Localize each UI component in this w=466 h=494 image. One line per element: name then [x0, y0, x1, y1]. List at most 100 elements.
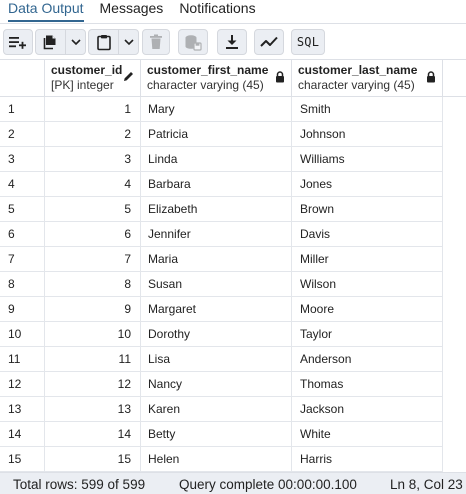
graph-visualiser-button[interactable] — [254, 29, 284, 55]
lock-icon — [276, 71, 284, 83]
last-name-cell[interactable]: Smith — [292, 97, 443, 122]
paste-button[interactable] — [88, 29, 139, 55]
customer-id-cell[interactable]: 1 — [45, 97, 141, 122]
empty-grid-area — [443, 97, 466, 122]
first-name-cell[interactable]: Linda — [141, 147, 292, 172]
table-row[interactable]: 6 6 Jennifer Davis — [0, 222, 466, 247]
last-name-cell[interactable]: Harris — [292, 447, 443, 472]
row-number-header[interactable] — [0, 60, 45, 97]
table-row[interactable]: 15 15 Helen Harris — [0, 447, 466, 472]
first-name-cell[interactable]: Karen — [141, 397, 292, 422]
line-graph-icon — [260, 36, 278, 47]
first-name-cell[interactable]: Mary — [141, 97, 292, 122]
first-name-cell[interactable]: Susan — [141, 272, 292, 297]
chevron-down-icon — [124, 39, 134, 46]
column-header-customer-first-name[interactable]: customer_first_name character varying (4… — [141, 60, 292, 97]
last-name-cell[interactable]: Miller — [292, 247, 443, 272]
empty-grid-area — [443, 422, 466, 447]
last-name-cell[interactable]: Brown — [292, 197, 443, 222]
empty-grid-area — [443, 347, 466, 372]
last-name-cell[interactable]: Wilson — [292, 272, 443, 297]
customer-id-cell[interactable]: 8 — [45, 272, 141, 297]
table-row[interactable]: 13 13 Karen Jackson — [0, 397, 466, 422]
row-number-cell[interactable]: 10 — [0, 322, 45, 347]
column-header-customer-last-name[interactable]: customer_last_name character varying (45… — [292, 60, 443, 97]
customer-id-cell[interactable]: 10 — [45, 322, 141, 347]
row-number-cell[interactable]: 5 — [0, 197, 45, 222]
first-name-cell[interactable]: Lisa — [141, 347, 292, 372]
delete-button[interactable] — [142, 29, 170, 55]
tab-messages[interactable]: Messages — [100, 0, 164, 22]
table-row[interactable]: 12 12 Nancy Thomas — [0, 372, 466, 397]
first-name-cell[interactable]: Dorothy — [141, 322, 292, 347]
customer-id-cell[interactable]: 9 — [45, 297, 141, 322]
row-number-cell[interactable]: 7 — [0, 247, 45, 272]
sql-button[interactable]: SQL — [291, 29, 325, 55]
row-number-cell[interactable]: 9 — [0, 297, 45, 322]
row-number-cell[interactable]: 14 — [0, 422, 45, 447]
last-name-cell[interactable]: Anderson — [292, 347, 443, 372]
last-name-cell[interactable]: Williams — [292, 147, 443, 172]
column-header-customer-id[interactable]: customer_id [PK] integer — [45, 60, 141, 97]
customer-id-cell[interactable]: 12 — [45, 372, 141, 397]
first-name-cell[interactable]: Elizabeth — [141, 197, 292, 222]
first-name-cell[interactable]: Helen — [141, 447, 292, 472]
last-name-cell[interactable]: Thomas — [292, 372, 443, 397]
tab-notifications[interactable]: Notifications — [179, 0, 255, 22]
last-name-cell[interactable]: Davis — [292, 222, 443, 247]
chevron-down-icon — [71, 39, 81, 46]
customer-id-cell[interactable]: 11 — [45, 347, 141, 372]
table-row[interactable]: 7 7 Maria Miller — [0, 247, 466, 272]
table-row[interactable]: 9 9 Margaret Moore — [0, 297, 466, 322]
row-number-cell[interactable]: 8 — [0, 272, 45, 297]
last-name-cell[interactable]: White — [292, 422, 443, 447]
customer-id-cell[interactable]: 15 — [45, 447, 141, 472]
first-name-cell[interactable]: Maria — [141, 247, 292, 272]
last-name-cell[interactable]: Jackson — [292, 397, 443, 422]
customer-id-cell[interactable]: 6 — [45, 222, 141, 247]
last-name-cell[interactable]: Moore — [292, 297, 443, 322]
customer-id-cell[interactable]: 5 — [45, 197, 141, 222]
customer-id-cell[interactable]: 7 — [45, 247, 141, 272]
row-number-cell[interactable]: 2 — [0, 122, 45, 147]
first-name-cell[interactable]: Barbara — [141, 172, 292, 197]
table-row[interactable]: 14 14 Betty White — [0, 422, 466, 447]
table-row[interactable]: 2 2 Patricia Johnson — [0, 122, 466, 147]
first-name-cell[interactable]: Betty — [141, 422, 292, 447]
empty-grid-area — [443, 197, 466, 222]
add-row-button[interactable] — [3, 29, 33, 55]
tab-data-output[interactable]: Data Output — [8, 0, 84, 22]
table-row[interactable]: 5 5 Elizabeth Brown — [0, 197, 466, 222]
customer-id-cell[interactable]: 3 — [45, 147, 141, 172]
download-button[interactable] — [217, 29, 247, 55]
first-name-cell[interactable]: Nancy — [141, 372, 292, 397]
customer-id-cell[interactable]: 13 — [45, 397, 141, 422]
copy-button[interactable] — [35, 29, 86, 55]
table-row[interactable]: 11 11 Lisa Anderson — [0, 347, 466, 372]
row-number-cell[interactable]: 13 — [0, 397, 45, 422]
last-name-cell[interactable]: Taylor — [292, 322, 443, 347]
paste-dropdown[interactable] — [119, 30, 138, 54]
table-row[interactable]: 3 3 Linda Williams — [0, 147, 466, 172]
row-number-cell[interactable]: 11 — [0, 347, 45, 372]
first-name-cell[interactable]: Margaret — [141, 297, 292, 322]
table-row[interactable]: 10 10 Dorothy Taylor — [0, 322, 466, 347]
row-number-cell[interactable]: 15 — [0, 447, 45, 472]
customer-id-cell[interactable]: 4 — [45, 172, 141, 197]
first-name-cell[interactable]: Jennifer — [141, 222, 292, 247]
last-name-cell[interactable]: Jones — [292, 172, 443, 197]
first-name-cell[interactable]: Patricia — [141, 122, 292, 147]
customer-id-cell[interactable]: 2 — [45, 122, 141, 147]
last-name-cell[interactable]: Johnson — [292, 122, 443, 147]
copy-dropdown[interactable] — [66, 30, 85, 54]
row-number-cell[interactable]: 6 — [0, 222, 45, 247]
table-row[interactable]: 4 4 Barbara Jones — [0, 172, 466, 197]
save-data-button[interactable] — [178, 29, 208, 55]
row-number-cell[interactable]: 3 — [0, 147, 45, 172]
table-row[interactable]: 8 8 Susan Wilson — [0, 272, 466, 297]
customer-id-cell[interactable]: 14 — [45, 422, 141, 447]
row-number-cell[interactable]: 12 — [0, 372, 45, 397]
table-row[interactable]: 1 1 Mary Smith — [0, 97, 466, 122]
row-number-cell[interactable]: 4 — [0, 172, 45, 197]
row-number-cell[interactable]: 1 — [0, 97, 45, 122]
